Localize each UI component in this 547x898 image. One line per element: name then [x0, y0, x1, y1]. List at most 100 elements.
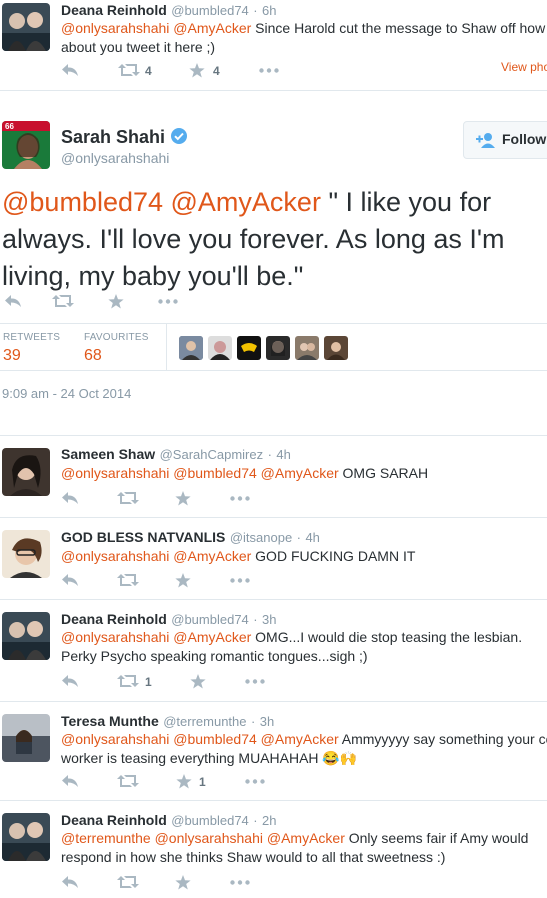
tweet-text: @terremunthe @onlysarahshahi @AmyAcker O…	[61, 830, 529, 865]
favorite-count: 4	[213, 64, 220, 78]
follow-button[interactable]: Follow	[463, 121, 547, 159]
favourites-stat[interactable]: FAVOURITES 68	[84, 332, 149, 365]
mentions[interactable]: @onlysarahshahi @AmyAcker	[61, 20, 251, 36]
mentions[interactable]: @terremunthe @onlysarahshahi @AmyAcker	[61, 830, 345, 846]
avatar[interactable]	[179, 336, 203, 360]
favorite-icon[interactable]	[190, 674, 206, 689]
reply-icon[interactable]	[61, 491, 79, 505]
author-name[interactable]: Deana Reinhold	[61, 611, 167, 627]
author-name[interactable]: Teresa Munthe	[61, 713, 159, 729]
retweet-icon[interactable]	[117, 491, 139, 505]
avatar[interactable]	[2, 448, 50, 496]
favorite-icon[interactable]	[108, 294, 124, 309]
avatar[interactable]	[2, 612, 50, 660]
tweet-actions: 1	[61, 674, 281, 690]
reply-icon[interactable]	[61, 63, 79, 77]
tweet-time[interactable]: 3h	[262, 612, 276, 627]
author-handle[interactable]: @terremunthe	[163, 714, 246, 729]
author-name[interactable]: Deana Reinhold	[61, 2, 167, 18]
more-icon[interactable]	[245, 679, 265, 684]
more-icon[interactable]	[259, 68, 279, 73]
retweet-icon[interactable]	[118, 63, 140, 77]
tweet-text: @onlysarahshahi @bumbled74 @AmyAcker OMG…	[61, 465, 429, 481]
author-name[interactable]: GOD BLESS NATVANLIS	[61, 529, 225, 545]
author-handle[interactable]: @bumbled74	[171, 612, 249, 627]
tweet-time[interactable]: 6h	[262, 3, 276, 18]
favorite-icon[interactable]	[176, 774, 192, 789]
tweet-time[interactable]: 4h	[276, 447, 290, 462]
tweet-text: @onlysarahshahi @AmyAcker OMG...I would …	[61, 629, 523, 664]
author-handle[interactable]: @onlysarahshahi	[61, 150, 169, 166]
author-handle[interactable]: @SarahCapmirez	[160, 447, 264, 462]
author-handle[interactable]: @bumbled74	[171, 3, 249, 18]
tweet-reply[interactable]: GOD BLESS NATVANLIS @itsanope · 4h @only…	[0, 518, 547, 600]
favourites-label: FAVOURITES	[84, 332, 149, 343]
avatar[interactable]	[208, 336, 232, 360]
favorite-icon[interactable]	[175, 875, 191, 890]
view-photo-link[interactable]: View pho	[501, 60, 547, 74]
tweet-timestamp[interactable]: 9:09 am - 24 Oct 2014	[2, 386, 131, 401]
mentions[interactable]: @onlysarahshahi @bumbled74 @AmyAcker	[61, 731, 339, 747]
tweet-time[interactable]: 3h	[260, 714, 274, 729]
reply-icon[interactable]	[61, 674, 79, 688]
more-icon[interactable]	[230, 496, 250, 501]
tweet-text: @onlysarahshahi @bumbled74 @AmyAcker Amm…	[61, 731, 547, 766]
tweet-reply[interactable]: Deana Reinhold @bumbled74 · 2h @terremun…	[0, 801, 547, 898]
retweet-icon[interactable]	[52, 294, 74, 308]
tweet-text: @bumbled74 @AmyAcker " I like you for al…	[2, 187, 505, 291]
retweet-icon[interactable]	[117, 875, 139, 889]
retweet-icon[interactable]	[117, 573, 139, 587]
favorite-icon[interactable]	[189, 63, 205, 78]
follow-user-icon	[476, 132, 496, 153]
author-handle[interactable]: @bumbled74	[171, 813, 249, 828]
retweets-label: RETWEETS	[3, 332, 61, 343]
retweet-icon[interactable]	[117, 674, 139, 688]
more-icon[interactable]	[230, 880, 250, 885]
more-icon[interactable]	[230, 578, 250, 583]
avatar[interactable]	[2, 813, 50, 861]
avatar[interactable]	[237, 336, 261, 360]
stats-divider	[166, 324, 167, 370]
tweet-time[interactable]: 4h	[305, 530, 319, 545]
tweet-stats: RETWEETS 39 FAVOURITES 68	[0, 323, 547, 371]
tweet-reply[interactable]: Deana Reinhold @bumbled74 · 3h @onlysara…	[0, 600, 547, 702]
avatar[interactable]	[266, 336, 290, 360]
tweet-actions	[61, 573, 261, 589]
avatar[interactable]	[295, 336, 319, 360]
favorite-icon[interactable]	[175, 491, 191, 506]
tweet-text: @onlysarahshahi @AmyAcker GOD FUCKING DA…	[61, 548, 416, 564]
author-name[interactable]: Sarah Shahi	[61, 127, 165, 147]
tweet-text: @onlysarahshahi @AmyAcker Since Harold c…	[61, 20, 546, 55]
retweet-icon[interactable]	[117, 774, 139, 788]
tweet-reply-top[interactable]: Deana Reinhold @bumbled74 · 6h @onlysara…	[0, 0, 547, 91]
mentions[interactable]: @bumbled74 @AmyAcker	[2, 187, 321, 217]
mentions[interactable]: @onlysarahshahi @bumbled74 @AmyAcker	[61, 465, 339, 481]
retweets-count: 39	[3, 347, 21, 364]
reply-icon[interactable]	[4, 294, 22, 308]
author-name[interactable]: Sameen Shaw	[61, 446, 155, 462]
avatar[interactable]	[2, 530, 50, 578]
avatar[interactable]	[2, 3, 50, 51]
retweets-stat[interactable]: RETWEETS 39	[3, 332, 60, 365]
tweet-time[interactable]: 2h	[262, 813, 276, 828]
tweet-actions	[61, 491, 261, 507]
tweet-reply[interactable]: Teresa Munthe @terremunthe · 3h @onlysar…	[0, 702, 547, 801]
author-handle[interactable]: @itsanope	[230, 530, 292, 545]
mentions[interactable]: @onlysarahshahi @AmyAcker	[61, 548, 251, 564]
more-icon[interactable]	[158, 299, 178, 304]
tweet-reply[interactable]: Sameen Shaw @SarahCapmirez · 4h @onlysar…	[0, 436, 547, 518]
reply-icon[interactable]	[61, 573, 79, 587]
author-name[interactable]: Deana Reinhold	[61, 812, 167, 828]
mentions[interactable]: @onlysarahshahi @AmyAcker	[61, 629, 251, 645]
tweet-actions: 1	[61, 774, 281, 790]
tweet-actions: 4 4 View pho	[61, 60, 547, 79]
avatar[interactable]: 66	[2, 121, 50, 169]
reply-icon[interactable]	[61, 774, 79, 788]
retweet-count: 1	[145, 675, 152, 689]
favorite-icon[interactable]	[175, 573, 191, 588]
reply-icon[interactable]	[61, 875, 79, 889]
more-icon[interactable]	[245, 779, 265, 784]
avatar[interactable]	[2, 714, 50, 762]
main-tweet: 66 Sarah Shahi @onlysarahshahi Follow @b…	[0, 91, 547, 436]
avatar[interactable]	[324, 336, 348, 360]
